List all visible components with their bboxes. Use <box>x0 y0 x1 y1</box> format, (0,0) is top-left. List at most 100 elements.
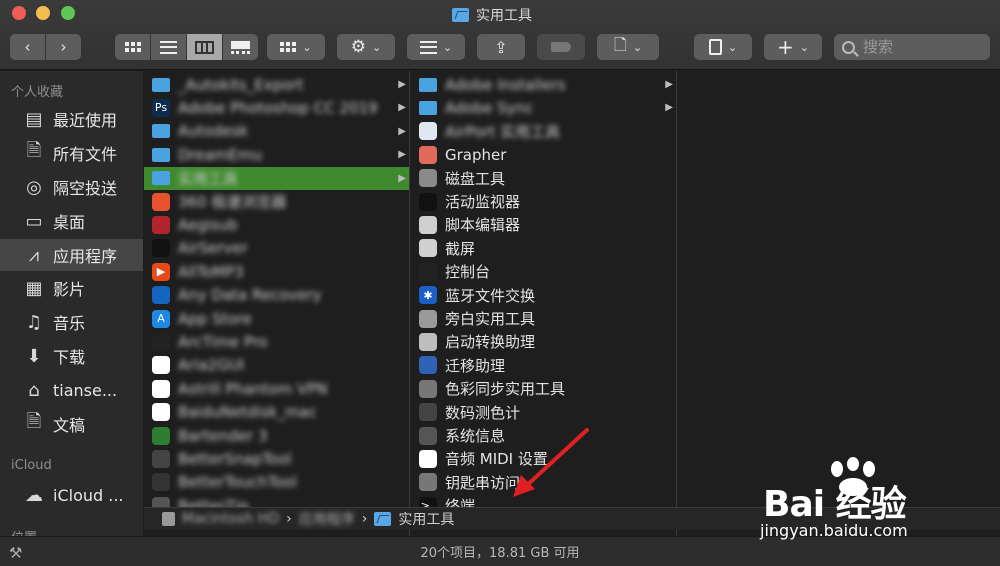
applications-list-item[interactable]: ▶ AllToMP3 <box>144 260 409 283</box>
app-icon <box>152 449 170 468</box>
back-button[interactable]: ‹ <box>10 34 45 60</box>
new-document-button[interactable]: 🗋 ⌄ <box>597 34 659 60</box>
app-icon: Ps <box>152 98 170 117</box>
tags-button[interactable] <box>537 34 585 60</box>
path-segment[interactable]: Macintosh HD <box>182 511 279 527</box>
item-label: 360 极速浏览器 <box>178 193 287 211</box>
tag-icon <box>551 42 571 52</box>
sidebar-item-label: 所有文件 <box>53 145 118 164</box>
sidebar-item-label: 桌面 <box>53 213 86 232</box>
annotation-arrow-icon <box>513 428 589 497</box>
app-icon <box>419 426 437 445</box>
forward-button[interactable]: › <box>46 34 81 60</box>
utilities-list-item[interactable]: 色彩同步实用工具 <box>411 377 676 400</box>
applications-list-item[interactable]: ArcTime Pro <box>144 330 409 353</box>
folder-icon <box>152 171 170 186</box>
watermark-url: jingyan.baidu.com <box>760 521 908 540</box>
utilities-list-item[interactable]: 旁白实用工具 <box>411 307 676 330</box>
applications-list-item[interactable]: A App Store <box>144 307 409 330</box>
app-icon <box>152 426 170 445</box>
sidebar-item-movies[interactable]: ▦ 影片 <box>0 272 143 304</box>
utilities-list-item[interactable]: 启动转换助理 <box>411 330 676 353</box>
app-icon <box>419 403 437 422</box>
sidebar-item-icloud-drive[interactable]: ☁ iCloud ... <box>0 479 143 511</box>
utilities-list-item[interactable]: 脚本编辑器 <box>411 213 676 236</box>
column-view-button[interactable] <box>187 34 222 60</box>
utilities-list-item[interactable]: Adobe Installers ▶ <box>411 73 676 96</box>
sidebar-item-desktop[interactable]: ▭ 桌面 <box>0 205 143 237</box>
navigation-buttons: ‹ › <box>10 34 81 60</box>
applications-list-item[interactable]: AirServer <box>144 237 409 260</box>
utilities-tools-icon: ⚒ <box>9 544 23 562</box>
minimize-window-button[interactable] <box>36 6 50 20</box>
app-icon: ✱ <box>419 286 437 305</box>
path-segment[interactable]: 应用程序 <box>299 509 355 529</box>
utilities-list-item[interactable]: Grapher <box>411 143 676 166</box>
applications-list-item[interactable]: Aria2GUI <box>144 354 409 377</box>
applications-list-item[interactable]: Ps Adobe Photoshop CC 2019 ▶ <box>144 96 409 119</box>
zoom-window-button[interactable] <box>61 6 75 20</box>
sidebar-item-all-files[interactable]: 🗎 所有文件 <box>0 137 143 169</box>
add-button[interactable]: + ⌄ <box>764 34 822 60</box>
sidebar-item-downloads[interactable]: ⬇ 下载 <box>0 340 143 372</box>
applications-list-item[interactable]: BaiduNetdisk_mac <box>144 401 409 424</box>
applications-list-item[interactable]: BetterSnapTool <box>144 447 409 470</box>
item-label: Adobe Installers <box>445 75 566 94</box>
item-label: ArcTime Pro <box>178 332 268 351</box>
search-input[interactable] <box>863 38 983 56</box>
path-segment-current[interactable]: 实用工具 <box>398 509 454 529</box>
sidebar-item-documents[interactable]: 🗎 文稿 <box>0 408 143 440</box>
utilities-list-item[interactable]: 迁移助理 <box>411 354 676 377</box>
applications-list-item[interactable]: BetterTouchTool <box>144 471 409 494</box>
sidebar-item-label: 下载 <box>53 348 86 367</box>
applications-list-item[interactable]: Any Data Recovery <box>144 284 409 307</box>
arrange-button[interactable]: ⌄ <box>407 34 465 60</box>
chevron-right-icon: › <box>286 511 292 527</box>
utilities-list-item[interactable]: 磁盘工具 <box>411 167 676 190</box>
utilities-list-item[interactable]: 控制台 <box>411 260 676 283</box>
status-bar: ⚒ 20个项目，18.81 GB 可用 <box>0 536 1000 566</box>
share-button[interactable]: ⇪ <box>477 34 525 60</box>
utilities-list-item[interactable]: 活动监视器 <box>411 190 676 213</box>
recents-icon: ▤ <box>25 108 43 130</box>
movies-icon: ▦ <box>25 277 43 299</box>
search-field[interactable] <box>834 34 990 60</box>
applications-list-item[interactable]: _Autokits_Export ▶ <box>144 73 409 96</box>
sidebar-item-applications[interactable]: ⩘ 应用程序 <box>0 239 143 271</box>
applications-list-item[interactable]: DreamEmu ▶ <box>144 143 409 166</box>
utilities-list-item[interactable]: 截屏 <box>411 237 676 260</box>
sidebar-item-recents[interactable]: ▤ 最近使用 <box>0 103 143 135</box>
item-label: Adobe Sync <box>445 98 534 117</box>
sidebar-section-icloud: iCloud <box>11 458 52 473</box>
app-icon <box>419 379 437 398</box>
applications-list-item[interactable]: Astrill Phantom VPN <box>144 377 409 400</box>
drive-icon <box>162 512 175 526</box>
path-menu-button[interactable]: ⌄ <box>694 34 752 60</box>
applications-list-item[interactable]: 360 极速浏览器 <box>144 190 409 213</box>
app-icon <box>419 239 437 258</box>
disclosure-arrow-icon: ▶ <box>398 172 406 184</box>
utilities-list-item[interactable]: Adobe Sync ▶ <box>411 96 676 119</box>
utilities-list-item[interactable]: AirPort 实用工具 <box>411 120 676 143</box>
action-menu-button[interactable]: ⚙ ⌄ <box>337 34 395 60</box>
icon-view-button[interactable] <box>115 34 150 60</box>
utilities-list-item[interactable]: 数码测色计 <box>411 401 676 424</box>
applications-list-item[interactable]: Autodesk ▶ <box>144 120 409 143</box>
utilities-list-item[interactable]: ✱ 蓝牙文件交换 <box>411 284 676 307</box>
sidebar-item-home[interactable]: ⌂ tianse... <box>0 374 143 406</box>
sidebar-item-music[interactable]: ♫ 音乐 <box>0 306 143 338</box>
applications-list-item[interactable]: Aegisub <box>144 213 409 236</box>
applications-list-item[interactable]: 实用工具 ▶ <box>144 166 409 190</box>
applications-list-item[interactable]: Bartender 3 <box>144 424 409 447</box>
disclosure-arrow-icon: ▶ <box>398 125 406 137</box>
item-label: _Autokits_Export <box>178 75 304 94</box>
close-window-button[interactable] <box>12 6 26 20</box>
list-view-button[interactable] <box>151 34 186 60</box>
chevron-down-icon: ⌄ <box>799 40 809 54</box>
app-icon <box>152 286 170 305</box>
app-icon <box>152 403 170 422</box>
sidebar-item-airdrop[interactable]: ◎ 隔空投送 <box>0 171 143 203</box>
gallery-view-button[interactable] <box>223 34 258 60</box>
group-by-button[interactable]: ⌄ <box>267 34 325 60</box>
item-label: 截屏 <box>445 239 476 258</box>
